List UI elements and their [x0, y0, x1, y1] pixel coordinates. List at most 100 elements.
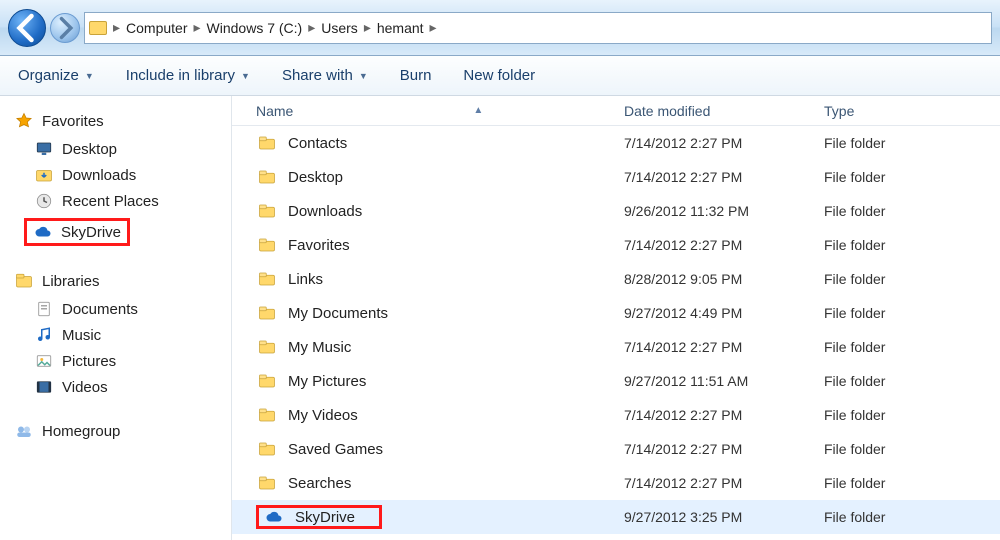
- favorites-group[interactable]: Favorites: [14, 112, 225, 130]
- file-date: 7/14/2012 2:27 PM: [624, 237, 824, 253]
- file-row[interactable]: Favorites7/14/2012 2:27 PMFile folder: [232, 228, 1000, 262]
- file-row[interactable]: My Pictures9/27/2012 11:51 AMFile folder: [232, 364, 1000, 398]
- sidebar-item-label: Downloads: [62, 167, 136, 184]
- file-name: SkyDrive: [295, 509, 355, 526]
- share-with-menu[interactable]: Share with ▼: [282, 67, 368, 84]
- libraries-group[interactable]: Libraries: [14, 272, 225, 290]
- file-row[interactable]: Downloads9/26/2012 11:32 PMFile folder: [232, 194, 1000, 228]
- breadcrumb-item[interactable]: hemant: [377, 20, 424, 36]
- libraries-label: Libraries: [42, 273, 100, 290]
- file-row[interactable]: My Music7/14/2012 2:27 PMFile folder: [232, 330, 1000, 364]
- file-row[interactable]: Contacts 7/14/2012 2:27 PMFile folder: [232, 126, 1000, 160]
- back-button[interactable]: [8, 9, 46, 47]
- file-type: File folder: [824, 135, 1000, 151]
- file-type: File folder: [824, 373, 1000, 389]
- navigation-pane: Favorites Desktop Downloads Recent Places S…: [0, 96, 232, 540]
- file-name: Downloads: [288, 203, 362, 220]
- file-name: My Documents: [288, 305, 388, 322]
- sidebar-item-downloads[interactable]: Downloads: [14, 162, 225, 188]
- highlight-annotation: SkyDrive: [256, 505, 382, 529]
- homegroup-icon: [14, 422, 34, 440]
- column-type-label: Type: [824, 103, 854, 119]
- folder-icon: [256, 474, 278, 492]
- share-label: Share with: [282, 67, 353, 84]
- monitor-icon: [34, 140, 54, 158]
- file-type: File folder: [824, 475, 1000, 491]
- file-date: 7/14/2012 2:27 PM: [624, 339, 824, 355]
- sidebar-item-pictures[interactable]: Pictures: [14, 348, 225, 374]
- chevron-right-icon: ▸: [362, 19, 373, 36]
- burn-button[interactable]: Burn: [400, 67, 432, 84]
- file-row[interactable]: SkyDrive9/27/2012 3:25 PMFile folder: [232, 500, 1000, 534]
- column-name[interactable]: Name ▲: [256, 103, 624, 119]
- homegroup-item[interactable]: Homegroup: [14, 422, 225, 440]
- cloud-icon: [263, 508, 285, 526]
- favorites-label: Favorites: [42, 113, 104, 130]
- nav-bar: ▸ Computer ▸ Windows 7 (C:) ▸ Users ▸ he…: [0, 0, 1000, 56]
- chevron-right-icon: ▸: [306, 19, 317, 36]
- folder-icon: [256, 304, 278, 322]
- file-type: File folder: [824, 305, 1000, 321]
- new-folder-button[interactable]: New folder: [463, 67, 535, 84]
- column-headers: Name ▲ Date modified Type: [232, 96, 1000, 126]
- folder-icon: [256, 236, 278, 254]
- breadcrumb[interactable]: ▸ Computer ▸ Windows 7 (C:) ▸ Users ▸ he…: [84, 12, 992, 44]
- folder-icon: [256, 168, 278, 186]
- breadcrumb-item[interactable]: Users: [321, 20, 358, 36]
- file-row[interactable]: Saved Games7/14/2012 2:27 PMFile folder: [232, 432, 1000, 466]
- file-date: 8/28/2012 9:05 PM: [624, 271, 824, 287]
- chevron-right-icon: ▸: [192, 19, 203, 36]
- file-type: File folder: [824, 169, 1000, 185]
- chevron-right-icon: ▸: [111, 19, 122, 36]
- toolbar: Organize ▼ Include in library ▼ Share wi…: [0, 56, 1000, 96]
- organize-menu[interactable]: Organize ▼: [18, 67, 94, 84]
- file-row[interactable]: Links8/28/2012 9:05 PMFile folder: [232, 262, 1000, 296]
- sort-asc-icon: ▲: [473, 105, 483, 116]
- cloud-icon: [33, 223, 53, 241]
- sidebar-item-documents[interactable]: Documents: [14, 296, 225, 322]
- folder-icon: [256, 440, 278, 458]
- sidebar-item-label: Pictures: [62, 353, 116, 370]
- sidebar-item-music[interactable]: Music: [14, 322, 225, 348]
- file-row[interactable]: My Videos7/14/2012 2:27 PMFile folder: [232, 398, 1000, 432]
- file-date: 7/14/2012 2:27 PM: [624, 407, 824, 423]
- file-name: Contacts: [288, 135, 347, 152]
- doc-icon: [34, 300, 54, 318]
- file-date: 9/27/2012 3:25 PM: [624, 509, 824, 525]
- folder-icon: [256, 202, 278, 220]
- homegroup-label: Homegroup: [42, 423, 120, 440]
- file-date: 7/14/2012 2:27 PM: [624, 169, 824, 185]
- folder-icon: [256, 134, 278, 152]
- column-name-label: Name: [256, 103, 293, 119]
- folder-icon: [256, 338, 278, 356]
- music-icon: [34, 326, 54, 344]
- pic-icon: [34, 352, 54, 370]
- sidebar-item-videos[interactable]: Videos: [14, 374, 225, 400]
- file-row[interactable]: Searches7/14/2012 2:27 PMFile folder: [232, 466, 1000, 500]
- file-date: 9/27/2012 11:51 AM: [624, 373, 824, 389]
- file-date: 7/14/2012 2:27 PM: [624, 135, 824, 151]
- column-date-label: Date modified: [624, 103, 710, 119]
- sidebar-item-label: SkyDrive: [61, 224, 121, 241]
- file-row[interactable]: Desktop7/14/2012 2:27 PMFile folder: [232, 160, 1000, 194]
- star-icon: [14, 112, 34, 130]
- file-type: File folder: [824, 237, 1000, 253]
- folder-icon: [256, 406, 278, 424]
- chevron-down-icon: ▼: [85, 71, 94, 81]
- forward-button[interactable]: [50, 13, 80, 43]
- folder-down-icon: [34, 166, 54, 184]
- breadcrumb-item[interactable]: Windows 7 (C:): [207, 20, 303, 36]
- recent-icon: [34, 192, 54, 210]
- column-date[interactable]: Date modified: [624, 103, 824, 119]
- new-folder-label: New folder: [463, 67, 535, 84]
- file-type: File folder: [824, 339, 1000, 355]
- file-row[interactable]: My Documents9/27/2012 4:49 PMFile folder: [232, 296, 1000, 330]
- sidebar-item-desktop[interactable]: Desktop: [14, 136, 225, 162]
- sidebar-item-recent-places[interactable]: Recent Places: [14, 188, 225, 214]
- include-in-library-menu[interactable]: Include in library ▼: [126, 67, 250, 84]
- include-label: Include in library: [126, 67, 235, 84]
- sidebar-item-skydrive[interactable]: SkyDrive: [14, 214, 225, 250]
- breadcrumb-item[interactable]: Computer: [126, 20, 187, 36]
- file-name: My Videos: [288, 407, 358, 424]
- column-type[interactable]: Type: [824, 103, 1000, 119]
